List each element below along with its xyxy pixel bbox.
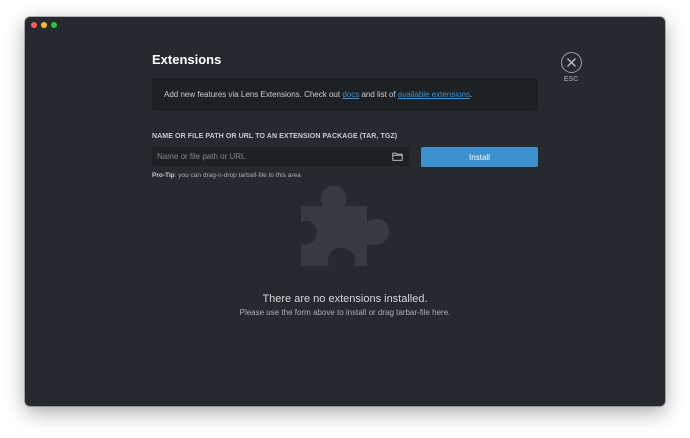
close-button[interactable] bbox=[560, 52, 582, 73]
pro-tip-label: Pro-Tip bbox=[152, 172, 175, 179]
window-maximize-button[interactable] bbox=[51, 22, 57, 28]
esc-label: ESC bbox=[563, 76, 579, 83]
empty-state-title: There are no extensions installed. bbox=[262, 293, 428, 305]
app-window: Extensions ESC Add new features via Lens… bbox=[25, 17, 665, 406]
window-close-button[interactable] bbox=[31, 22, 37, 28]
folder-icon[interactable] bbox=[388, 147, 406, 166]
pro-tip: Pro-Tip: you can drag-n-drop tarball-fil… bbox=[152, 172, 301, 179]
info-text-after: . bbox=[469, 90, 473, 99]
pro-tip-text: : you can drag-n-drop tarball-file to th… bbox=[174, 172, 301, 179]
window-minimize-button[interactable] bbox=[41, 22, 47, 28]
info-text-middle: and list of bbox=[359, 90, 398, 99]
available-extensions-link[interactable]: available extensions bbox=[398, 90, 470, 99]
extension-path-field bbox=[152, 147, 409, 166]
install-button[interactable]: Install bbox=[421, 147, 538, 167]
extension-path-label: NAME OR FILE PATH OR URL TO AN EXTENSION… bbox=[152, 133, 398, 140]
esc-close[interactable]: ESC bbox=[560, 52, 582, 83]
info-text-before: Add new features via Lens Extensions. Ch… bbox=[164, 90, 343, 99]
extension-path-input[interactable] bbox=[152, 147, 388, 166]
window-controls bbox=[31, 22, 57, 28]
info-banner: Add new features via Lens Extensions. Ch… bbox=[152, 78, 538, 111]
page-title: Extensions bbox=[152, 52, 222, 67]
empty-state-subtitle: Please use the form above to install or … bbox=[239, 308, 451, 317]
puzzle-icon bbox=[301, 185, 389, 266]
docs-link[interactable]: docs bbox=[342, 90, 359, 99]
close-icon bbox=[566, 58, 576, 67]
